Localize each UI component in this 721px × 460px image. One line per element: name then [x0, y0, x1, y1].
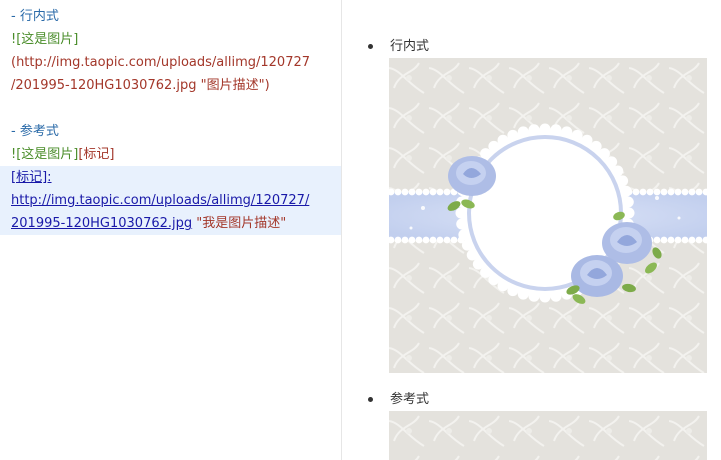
current-line-highlight: [标记]: http://img.taopic.com/uploads/alli… [0, 166, 341, 235]
lace-scallop [688, 188, 696, 196]
frame-scallop [528, 124, 540, 136]
lace-scallop [443, 236, 451, 244]
lace-scallop [450, 236, 458, 244]
lace-scallop [429, 188, 437, 196]
lace-scallop [653, 236, 661, 244]
inline-image-url-line-2: /201995-120HG1030762.jpg "图片描述") [0, 74, 341, 97]
frame-scallop [466, 249, 478, 261]
lace-scallop [436, 236, 444, 244]
ref-definition-url-line-1: http://img.taopic.com/uploads/allimg/120… [0, 189, 341, 212]
lace-scallop [401, 236, 409, 244]
bullet-dot-icon [368, 44, 373, 49]
frame-scallop [539, 123, 551, 135]
frame-scallop [480, 148, 492, 160]
frame-scallop [497, 134, 509, 146]
frame-scallop [472, 258, 484, 270]
lace-scallop [394, 188, 402, 196]
frame-scallop [622, 196, 634, 208]
frame-scallop [606, 156, 618, 168]
preview-item-label: 参考式 [390, 392, 430, 407]
inline-image-title: "图片描述") [200, 78, 270, 93]
frame-scallop [455, 207, 467, 219]
lace-scallop [436, 188, 444, 196]
frame-scallop [571, 129, 583, 141]
ref-definition-url-2[interactable]: 201995-120HG1030762.jpg [11, 216, 192, 231]
lace-scallop [632, 188, 640, 196]
preview-image-inline[interactable]: /* placeholder */ [389, 58, 707, 373]
inline-image-url-line-1: (http://img.taopic.com/uploads/allimg/12… [11, 55, 311, 70]
floral-frame-image: /* placeholder */ [389, 58, 707, 373]
lace-scallop [639, 188, 647, 196]
lace-scallop [681, 188, 689, 196]
frame-scallop [561, 126, 573, 138]
frame-scallop [528, 290, 540, 302]
frame-scallop [612, 165, 624, 177]
ref-definition-label-line: [标记]: [0, 166, 341, 189]
lace-scallop [422, 188, 430, 196]
frame-scallop [507, 129, 519, 141]
lace-scallop [401, 188, 409, 196]
inline-image-url-path: /201995-120HG1030762.jpg [11, 78, 197, 93]
lace-scallop [408, 188, 416, 196]
frame-scallop [581, 134, 593, 146]
frame-scallop [480, 266, 492, 278]
frame-scallop [590, 140, 602, 152]
lace-scallop [667, 188, 675, 196]
ref-image-alt: ![这是图片] [11, 147, 79, 162]
frame-scallop [517, 288, 529, 300]
ref-definition-label[interactable]: [标记]: [11, 170, 52, 185]
lace-scallop [429, 236, 437, 244]
markdown-preview-pane: 行内式 /* placeholder */ [342, 0, 721, 460]
frame-scallop [620, 185, 632, 197]
lace-scallop [415, 236, 423, 244]
ref-heading-line: - 参考式 [11, 124, 59, 139]
frame-scallop [598, 148, 610, 160]
lace-scallop [681, 236, 689, 244]
lace-scallop [695, 236, 703, 244]
frame-scallop [458, 229, 470, 241]
ref-image-line: ![这是图片][标记] [0, 143, 341, 166]
lace-scallop [674, 236, 682, 244]
lace-scallop [674, 188, 682, 196]
lace-scallop [695, 188, 703, 196]
ref-image-label: [标记] [78, 147, 115, 162]
lace-scallop [660, 236, 668, 244]
lace-scallop [667, 236, 675, 244]
frame-scallop [497, 280, 509, 292]
frame-scallop [461, 239, 473, 251]
ref-definition-title: "我是图片描述" [196, 216, 287, 231]
ref-definition-url-1[interactable]: http://img.taopic.com/uploads/allimg/120… [11, 193, 309, 208]
frame-scallop [456, 218, 468, 230]
preview-item-label: 行内式 [390, 39, 430, 54]
lace-scallop [688, 236, 696, 244]
frame-scallop [550, 124, 562, 136]
frame-scallop [507, 285, 519, 297]
frame-scallop [617, 175, 629, 187]
inline-heading-line: - 行内式 [11, 9, 59, 24]
lace-scallop [394, 236, 402, 244]
preview-image-reference[interactable] [389, 411, 707, 460]
lace-scallop [660, 188, 668, 196]
ref-definition-url-line-2: 201995-120HG1030762.jpg "我是图片描述" [0, 212, 341, 235]
frame-scallop [488, 140, 500, 152]
frame-scallop [488, 274, 500, 286]
inline-image-alt: ![这是图片] [11, 32, 79, 47]
lace-scallop [443, 188, 451, 196]
frame-scallop [623, 207, 635, 219]
frame-scallop [550, 290, 562, 302]
markdown-editor-pane[interactable]: - 行内式 ![这是图片] (http://img.taopic.com/upl… [0, 0, 341, 460]
floral-frame-image-partial [389, 411, 707, 460]
lace-scallop [653, 188, 661, 196]
bullet-dot-icon [368, 397, 373, 402]
lace-scallop [422, 236, 430, 244]
lace-scallop [646, 188, 654, 196]
frame-scallop [539, 291, 551, 303]
lace-scallop [408, 236, 416, 244]
frame-scallop [517, 126, 529, 138]
lace-scallop [415, 188, 423, 196]
